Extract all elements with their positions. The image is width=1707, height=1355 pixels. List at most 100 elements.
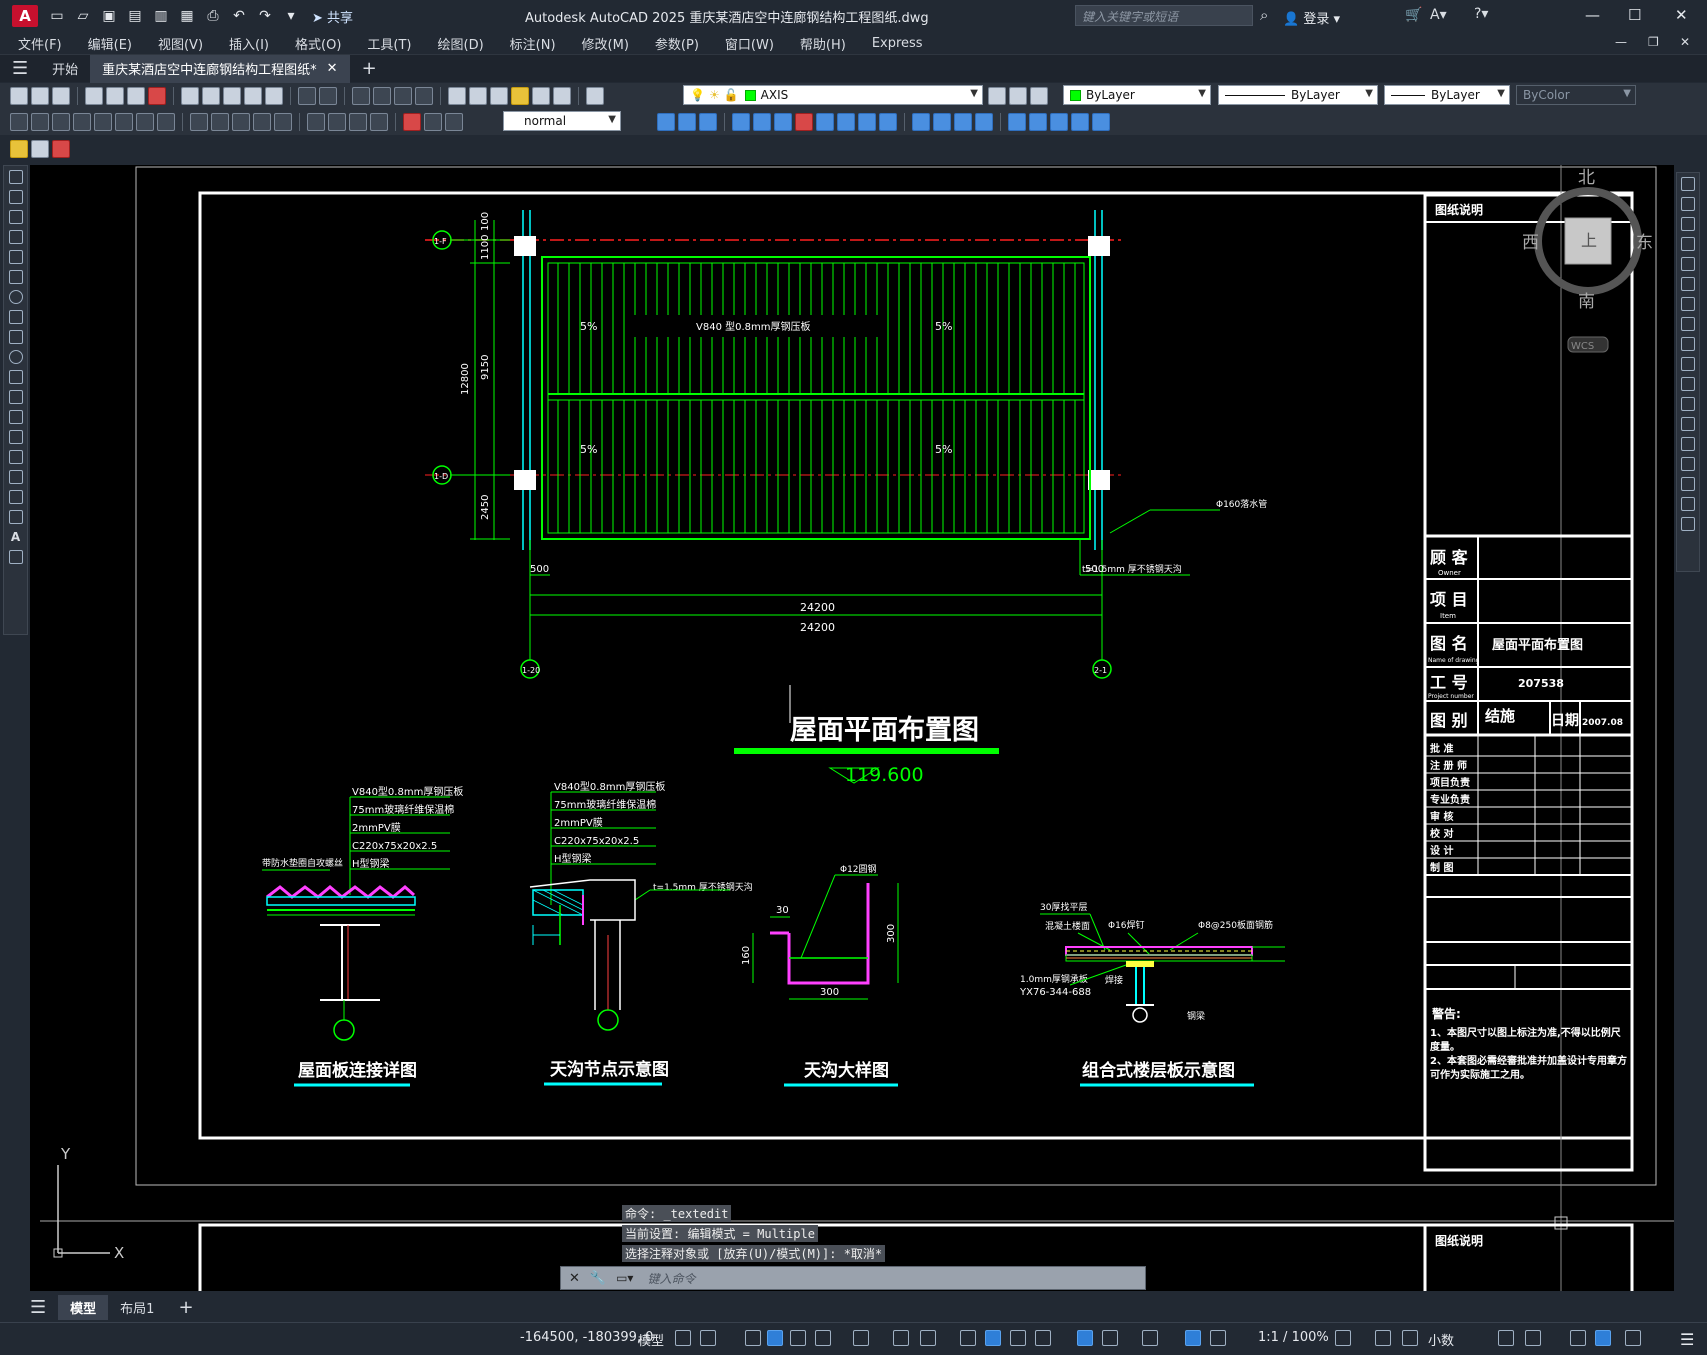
zoom-previous-icon[interactable] xyxy=(415,87,433,105)
make-block-icon[interactable] xyxy=(8,410,23,424)
revision-cloud-icon[interactable] xyxy=(8,310,23,324)
add-layout-plus-icon[interactable]: + xyxy=(166,1294,205,1321)
lock-ui-icon[interactable] xyxy=(1525,1330,1541,1346)
color-dropdown[interactable]: ByLayer ▼ xyxy=(1063,85,1211,105)
ellipse-icon[interactable] xyxy=(8,350,23,364)
jogged-linear-icon[interactable] xyxy=(370,113,388,131)
hatch-icon[interactable] xyxy=(8,450,23,464)
annotation-visibility-icon[interactable] xyxy=(1185,1330,1201,1346)
help-tool-icon[interactable] xyxy=(553,87,571,105)
edit-attribute-icon[interactable] xyxy=(10,140,28,158)
help-icon[interactable]: ?▾ xyxy=(1474,6,1488,22)
match-properties-icon[interactable] xyxy=(244,87,262,105)
render-icon[interactable] xyxy=(933,113,951,131)
menu-insert[interactable]: 插入(I) xyxy=(229,34,269,53)
close-command-icon[interactable]: ✕ xyxy=(569,1271,580,1286)
stretch-icon[interactable] xyxy=(1681,337,1695,351)
doc-minimize-button[interactable]: — xyxy=(1615,35,1627,49)
lineweight-dropdown[interactable]: ByLayer ▼ xyxy=(1384,85,1510,105)
autocad-logo[interactable]: A xyxy=(12,5,38,27)
dynamic-ucs-icon[interactable] xyxy=(1077,1330,1093,1346)
block-editor-icon[interactable] xyxy=(265,87,283,105)
menu-express[interactable]: Express xyxy=(872,36,923,51)
menu-window[interactable]: 窗口(W) xyxy=(725,34,774,53)
command-input[interactable]: 键入命令 xyxy=(647,1270,695,1287)
viewcube-north[interactable]: 北 xyxy=(1578,168,1595,188)
new-file-icon[interactable]: ▭ xyxy=(46,5,68,27)
break-at-point-icon[interactable] xyxy=(1681,397,1695,411)
drawing-canvas[interactable]: 图纸说明 顾 客 Owner 项 目 Item 图 名 Name of draw… xyxy=(30,165,1674,1291)
import-icon[interactable]: ▥ xyxy=(150,5,172,27)
quick-properties-icon[interactable] xyxy=(1498,1330,1514,1346)
table-icon[interactable] xyxy=(8,510,23,524)
insert-block-icon[interactable] xyxy=(8,390,23,404)
doc-close-button[interactable]: ✕ xyxy=(1680,35,1690,49)
gizmo-icon[interactable] xyxy=(1142,1330,1158,1346)
join-icon[interactable] xyxy=(1681,437,1695,451)
print-icon[interactable]: ⎙ xyxy=(202,5,224,27)
units-value[interactable]: 小数 xyxy=(1428,1330,1454,1349)
calculator-icon[interactable] xyxy=(532,87,550,105)
undo-icon[interactable]: ↶ xyxy=(228,5,250,27)
auto-scale-icon[interactable] xyxy=(1210,1330,1226,1346)
tolerance-icon[interactable] xyxy=(307,113,325,131)
maximize-button[interactable]: ☐ xyxy=(1628,6,1641,24)
zoom-realtime-icon[interactable] xyxy=(373,87,391,105)
multiline-text-icon[interactable]: A xyxy=(9,530,23,544)
customize-wrench-icon[interactable]: 🔧 xyxy=(590,1271,606,1286)
open-icon[interactable] xyxy=(31,87,49,105)
fillet-icon[interactable] xyxy=(1681,477,1695,491)
ucs-face-icon[interactable] xyxy=(1071,113,1089,131)
center-mark-icon[interactable] xyxy=(328,113,346,131)
menu-modify[interactable]: 修改(M) xyxy=(582,34,629,53)
arc-icon[interactable] xyxy=(8,270,23,284)
selection-cycling-icon[interactable] xyxy=(1010,1330,1026,1346)
slice-icon[interactable] xyxy=(879,113,897,131)
revolve-icon[interactable] xyxy=(753,113,771,131)
search-icon[interactable]: ⌕ xyxy=(1260,6,1268,24)
open-file-icon[interactable]: ▱ xyxy=(72,5,94,27)
menu-view[interactable]: 视图(V) xyxy=(158,34,203,53)
workspace-gear-icon[interactable] xyxy=(1335,1330,1351,1346)
offset-icon[interactable] xyxy=(1681,237,1695,251)
ortho-icon[interactable] xyxy=(790,1330,806,1346)
tab-close-icon[interactable]: ✕ xyxy=(327,61,338,76)
dim-break-icon[interactable] xyxy=(274,113,292,131)
scale-icon[interactable] xyxy=(1681,317,1695,331)
isolate-objects-icon[interactable] xyxy=(1570,1330,1586,1346)
materials-icon[interactable] xyxy=(954,113,972,131)
dim-space-icon[interactable] xyxy=(253,113,271,131)
annotation-scale[interactable]: 1:1 / 100% xyxy=(1258,1330,1329,1345)
viewcube-south[interactable]: 南 xyxy=(1578,292,1595,312)
command-prompt-icon[interactable]: ▭▾ xyxy=(616,1271,633,1285)
dynamic-input-icon[interactable] xyxy=(767,1330,783,1346)
construction-line-icon[interactable] xyxy=(8,190,23,204)
polygon-icon[interactable] xyxy=(8,230,23,244)
3d-wedge-icon[interactable] xyxy=(678,113,696,131)
extrude-icon[interactable] xyxy=(732,113,750,131)
ordinate-dim-icon[interactable] xyxy=(73,113,91,131)
line-icon[interactable] xyxy=(8,170,23,184)
array-icon[interactable] xyxy=(1681,257,1695,271)
command-bar[interactable]: ✕ 🔧 ▭▾ 键入命令 xyxy=(560,1266,1146,1290)
plot-icon[interactable] xyxy=(85,87,103,105)
menu-file[interactable]: 文件(F) xyxy=(18,34,62,53)
menu-draw[interactable]: 绘图(D) xyxy=(438,34,484,53)
design-center-icon[interactable] xyxy=(469,87,487,105)
properties-icon[interactable] xyxy=(448,87,466,105)
rotate-icon[interactable] xyxy=(1681,297,1695,311)
presspull-icon[interactable] xyxy=(858,113,876,131)
diameter-dim-icon[interactable] xyxy=(136,113,154,131)
ucs-object-icon[interactable] xyxy=(1092,113,1110,131)
aligned-dim-icon[interactable] xyxy=(31,113,49,131)
polar-tracking-icon[interactable] xyxy=(815,1330,831,1346)
grid-icon[interactable] xyxy=(675,1330,691,1346)
add-selected-icon[interactable] xyxy=(8,550,23,564)
intersect-icon[interactable] xyxy=(837,113,855,131)
ucs-previous-icon[interactable] xyxy=(1050,113,1068,131)
login-button[interactable]: 👤 登录 ▾ xyxy=(1283,8,1340,27)
save-tool-icon[interactable] xyxy=(52,87,70,105)
clean-screen-icon[interactable] xyxy=(1625,1330,1641,1346)
transparency-icon[interactable] xyxy=(985,1330,1001,1346)
customization-menu-icon[interactable]: ☰ xyxy=(1680,1330,1694,1349)
